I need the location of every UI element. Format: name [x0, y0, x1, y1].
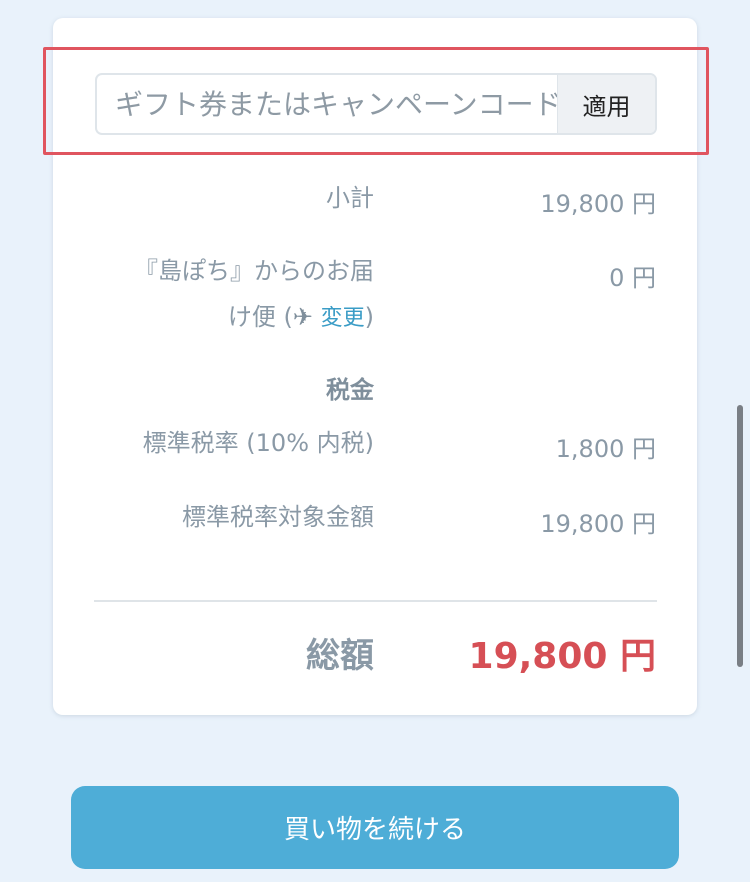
shipping-label-line2-suffix: ): [364, 303, 374, 331]
shipping-value: 0 円: [609, 264, 656, 292]
summary-divider: [94, 600, 657, 602]
shipping-label-line2-prefix: け便 (: [227, 303, 293, 331]
tax-rate-value: 1,800 円: [555, 435, 656, 463]
tax-rate-label: 標準税率 (10% 内税): [142, 429, 374, 457]
shipping-label: 『島ぽち』からのお届 け便 (✈ 変更): [134, 248, 374, 342]
airplane-icon: ✈: [292, 303, 313, 331]
shipping-label-line1: 『島ぽち』からのお届: [134, 257, 374, 285]
highlight-box: [43, 47, 709, 155]
change-shipping-link[interactable]: 変更: [321, 306, 365, 331]
total-label: 総額: [306, 636, 374, 676]
tax-heading: 税金: [326, 376, 374, 404]
subtotal-value: 19,800 円: [540, 190, 656, 218]
tax-base-value: 19,800 円: [540, 510, 656, 538]
continue-shopping-button[interactable]: 買い物を続ける: [71, 786, 679, 869]
subtotal-label: 小計: [326, 184, 374, 212]
tax-base-label: 標準税率対象金額: [182, 503, 374, 531]
scrollbar-thumb[interactable]: [737, 405, 743, 667]
total-value: 19,800 円: [468, 636, 656, 677]
